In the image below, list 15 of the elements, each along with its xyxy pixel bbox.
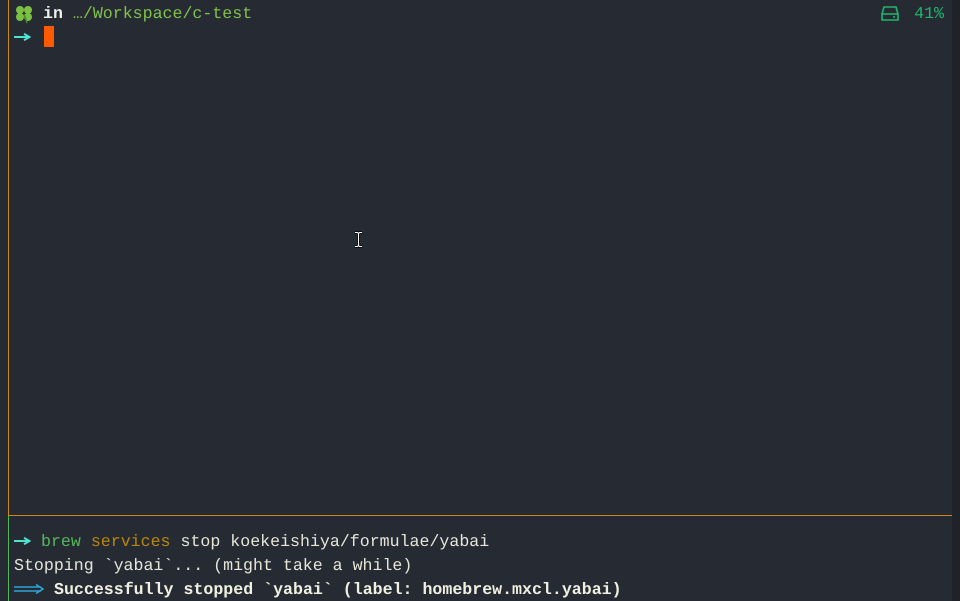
subcommand: services xyxy=(90,532,171,550)
prompt-keyword: in xyxy=(43,4,63,23)
success-message: Successfully stopped `yabai` (label: homebrew.mxcl.yabai) xyxy=(54,580,622,598)
command-name: brew xyxy=(41,532,81,550)
clover-icon xyxy=(14,4,34,24)
terminal-text: stop koekeishiya/formulae/yabai xyxy=(180,532,490,550)
directory-path: …/Workspace/c-test xyxy=(72,4,252,23)
text-cursor xyxy=(44,26,54,47)
disk-usage-percent: 41% xyxy=(914,4,944,23)
double-arrow-icon xyxy=(14,584,44,594)
hard-drive-icon xyxy=(881,6,900,21)
prompt-arrow-icon xyxy=(14,537,31,545)
terminal-text: Stopping `yabai`... (might take a while) xyxy=(14,556,412,574)
mouse-ibeam-cursor-icon xyxy=(354,231,363,248)
prompt-arrow-icon xyxy=(14,32,31,40)
